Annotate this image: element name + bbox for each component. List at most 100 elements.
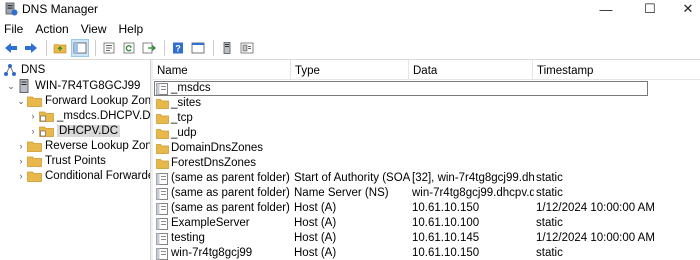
record-timestamp: static bbox=[536, 247, 563, 259]
title-bar: DNS Manager — ☐ ✕ bbox=[0, 0, 700, 18]
record-type bbox=[294, 81, 410, 96]
tree-item-server[interactable]: ⌄ WIN-7R4TG8GCJ99 bbox=[6, 78, 140, 94]
record-icon bbox=[155, 217, 169, 230]
record-name: win-7r4tg8gcj99 bbox=[171, 247, 253, 259]
record-timestamp bbox=[536, 126, 696, 141]
record-type: Host (A) bbox=[294, 232, 337, 244]
window-title: DNS Manager bbox=[22, 2, 99, 16]
record-row[interactable]: DomainDnsZones bbox=[153, 141, 700, 156]
properties-icon[interactable] bbox=[100, 39, 118, 57]
chevron-right-icon[interactable]: › bbox=[28, 111, 38, 121]
menu-help[interactable]: Help bbox=[113, 22, 150, 36]
record-icon bbox=[155, 82, 169, 95]
records-rows: _msdcs _sites _tcp _udp DomainDnsZones Forest… bbox=[153, 81, 700, 260]
record-name: ForestDnsZones bbox=[171, 157, 257, 169]
record-data: 10.61.10.150 bbox=[412, 247, 480, 259]
record-row[interactable]: _sites bbox=[153, 96, 700, 111]
record-data bbox=[412, 96, 534, 111]
record-row[interactable]: _tcp bbox=[153, 111, 700, 126]
record-name-cell: win-7r4tg8gcj99 bbox=[155, 246, 291, 260]
chevron-right-icon[interactable]: › bbox=[16, 156, 26, 166]
record-type: Host (A) bbox=[294, 247, 337, 259]
help-icon[interactable]: ? bbox=[169, 39, 187, 57]
record-data bbox=[412, 111, 534, 126]
tree-item-dhcpv-zone[interactable]: › DHCPV.DC bbox=[28, 123, 121, 139]
record-timestamp: static bbox=[536, 217, 563, 229]
folder-icon bbox=[155, 127, 169, 140]
record-name: _tcp bbox=[171, 112, 193, 124]
chevron-right-icon[interactable]: › bbox=[16, 141, 26, 151]
record-row[interactable]: (same as parent folder) Start of Authorit… bbox=[153, 171, 700, 186]
record-name: _msdcs bbox=[171, 82, 211, 94]
tree-item-msdcs-zone[interactable]: › _msdcs.DHCPV.DC bbox=[28, 108, 159, 124]
menu-action[interactable]: Action bbox=[29, 22, 74, 36]
close-button[interactable]: ✕ bbox=[670, 0, 700, 18]
record-icon bbox=[155, 187, 169, 200]
zone-folder-icon bbox=[38, 124, 54, 138]
dns-app-icon bbox=[4, 2, 18, 16]
record-name: testing bbox=[171, 232, 205, 244]
record-timestamp bbox=[536, 111, 696, 126]
maximize-button[interactable]: ☐ bbox=[632, 0, 668, 18]
console-tree: DNS ⌄ WIN-7R4TG8GCJ99 ⌄ Forward Lookup Z… bbox=[0, 60, 164, 260]
chevron-down-icon[interactable]: ⌄ bbox=[16, 96, 26, 107]
column-header-data[interactable]: Data bbox=[409, 60, 533, 80]
forward-icon[interactable] bbox=[22, 39, 40, 57]
record-type bbox=[294, 126, 410, 141]
record-timestamp bbox=[536, 156, 696, 171]
column-header-name[interactable]: Name bbox=[153, 60, 291, 80]
console-icon[interactable] bbox=[189, 39, 207, 57]
tree-item-trust-points[interactable]: › Trust Points bbox=[16, 153, 106, 169]
tree-item-dns[interactable]: DNS bbox=[2, 62, 45, 78]
record-name-cell: (same as parent folder) bbox=[155, 201, 291, 216]
column-header-timestamp[interactable]: Timestamp bbox=[533, 60, 700, 80]
record-name-cell: _udp bbox=[155, 126, 291, 141]
record-type: Host (A) bbox=[294, 217, 337, 229]
record-data: win-7r4tg8gcj99.dhcpv.dc. bbox=[412, 187, 534, 199]
record-icon bbox=[155, 202, 169, 215]
toolbar: ? bbox=[0, 38, 700, 58]
minimize-button[interactable]: — bbox=[588, 0, 624, 18]
record-name-cell: DomainDnsZones bbox=[155, 141, 291, 156]
export-list-icon[interactable] bbox=[140, 39, 158, 57]
tree-item-forward-lookup-zones[interactable]: ⌄ Forward Lookup Zones bbox=[16, 93, 163, 109]
menu-file[interactable]: File bbox=[0, 22, 29, 36]
record-name-cell: _msdcs bbox=[155, 81, 291, 96]
record-row[interactable]: _msdcs bbox=[153, 81, 700, 96]
tree-item-conditional-forwarders[interactable]: › Conditional Forwarders bbox=[16, 168, 164, 184]
refresh-icon[interactable] bbox=[120, 39, 138, 57]
toolbar-separator bbox=[213, 40, 214, 56]
menu-view[interactable]: View bbox=[75, 22, 113, 36]
record-data bbox=[412, 141, 534, 156]
record-row[interactable]: (same as parent folder) Host (A) 10.61.10.… bbox=[153, 201, 700, 216]
svg-text:?: ? bbox=[175, 44, 181, 54]
record-type bbox=[294, 96, 410, 111]
folder-icon bbox=[26, 94, 42, 108]
chevron-right-icon[interactable]: › bbox=[28, 126, 38, 136]
tree-label: Reverse Lookup Zones bbox=[45, 140, 164, 152]
chevron-right-icon[interactable]: › bbox=[16, 171, 26, 181]
server-icon[interactable] bbox=[218, 39, 236, 57]
server-list-icon[interactable] bbox=[238, 39, 256, 57]
show-hide-tree-icon[interactable] bbox=[71, 39, 89, 57]
record-row[interactable]: testing Host (A) 10.61.10.145 1/12/2024 10:… bbox=[153, 231, 700, 246]
record-row[interactable]: ExampleServer Host (A) 10.61.10.100 static bbox=[153, 216, 700, 231]
record-row[interactable]: win-7r4tg8gcj99 Host (A) 10.61.10.150 stati… bbox=[153, 246, 700, 260]
up-folder-icon[interactable] bbox=[51, 39, 69, 57]
tree-item-reverse-lookup-zones[interactable]: › Reverse Lookup Zones bbox=[16, 138, 164, 154]
folder-icon bbox=[26, 154, 42, 168]
record-name: ExampleServer bbox=[171, 217, 250, 229]
record-name: DomainDnsZones bbox=[171, 142, 264, 154]
folder-icon bbox=[155, 157, 169, 170]
record-row[interactable]: ForestDnsZones bbox=[153, 156, 700, 171]
record-row[interactable]: (same as parent folder) Name Server (NS) w… bbox=[153, 186, 700, 201]
tree-label: Forward Lookup Zones bbox=[45, 95, 164, 107]
back-icon[interactable] bbox=[2, 39, 20, 57]
record-row[interactable]: _udp bbox=[153, 126, 700, 141]
chevron-down-icon[interactable]: ⌄ bbox=[6, 81, 16, 92]
record-timestamp: static bbox=[536, 187, 563, 199]
toolbar-separator bbox=[95, 40, 96, 56]
tree-label: Trust Points bbox=[45, 155, 106, 167]
menu-bar: File Action View Help bbox=[0, 20, 700, 38]
column-header-type[interactable]: Type bbox=[291, 60, 409, 80]
